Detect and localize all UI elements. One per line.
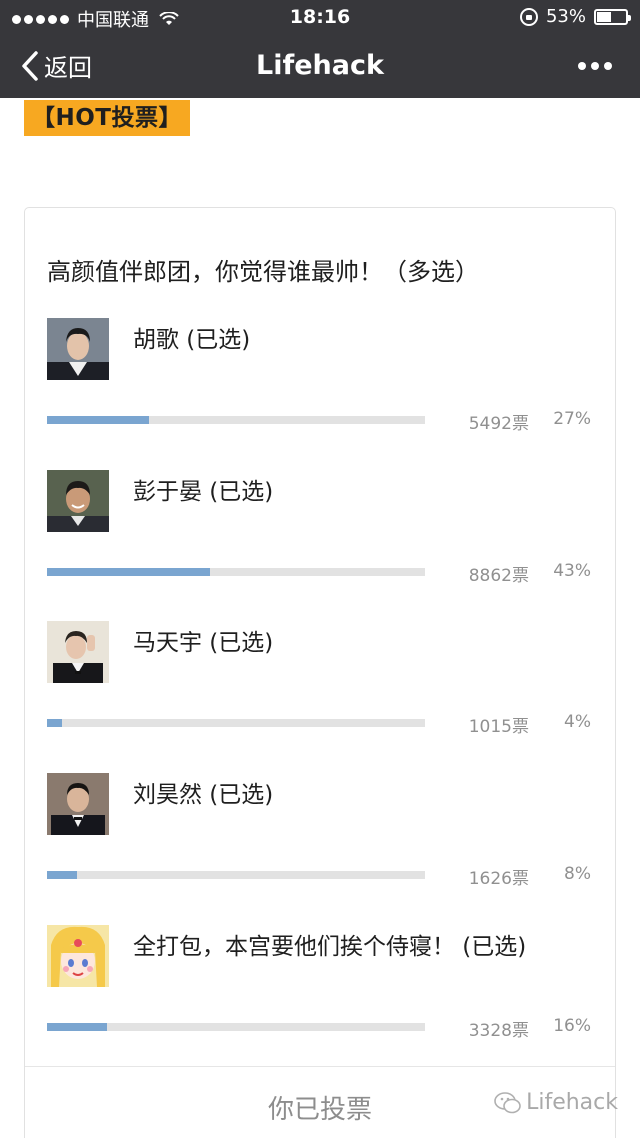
page-title: Lifehack xyxy=(256,50,384,81)
vote-progress-bar xyxy=(47,871,425,879)
poll-question: 高颜值伴郎团，你觉得谁最帅！（多选） xyxy=(47,258,479,286)
wechat-icon xyxy=(494,1091,521,1113)
more-options-icon[interactable] xyxy=(578,62,612,70)
vote-count: 1015票 xyxy=(468,717,529,737)
vote-percent: 4% xyxy=(564,712,591,732)
avatar xyxy=(47,318,109,380)
vote-count: 3328票 xyxy=(468,1021,529,1041)
poll-option[interactable]: 刘昊然 (已选) 1626票 8% xyxy=(47,773,597,923)
vote-percent: 27% xyxy=(553,409,591,429)
nav-bar: 返回 Lifehack xyxy=(0,34,640,98)
status-bar: 中国联通 18:16 53% xyxy=(0,0,640,34)
rotation-lock-icon xyxy=(519,7,538,26)
vote-count: 8862票 xyxy=(468,566,529,586)
vote-progress-bar xyxy=(47,719,425,727)
option-label: 胡歌 (已选) xyxy=(133,327,251,353)
poll-option[interactable]: 胡歌 (已选) 5492票 27% xyxy=(47,318,597,468)
battery-percent: 53% xyxy=(545,6,586,27)
avatar xyxy=(47,773,109,835)
vote-progress-bar xyxy=(47,1023,425,1031)
vote-percent: 16% xyxy=(553,1016,591,1036)
avatar xyxy=(47,925,109,987)
battery-icon xyxy=(594,8,631,25)
watermark-text: Lifehack xyxy=(526,1090,618,1115)
avatar xyxy=(47,470,109,532)
hot-tag: 【HOT投票】 xyxy=(24,100,190,136)
poll-option[interactable]: 马天宇 (已选) 1015票 4% xyxy=(47,621,597,771)
poll-card: 高颜值伴郎团，你觉得谁最帅！（多选） 胡歌 (已选) 5492票 27% 彭于晏… xyxy=(24,207,616,1138)
status-right: 53% xyxy=(519,6,631,27)
option-label: 全打包，本宫要他们挨个侍寝！ (已选) xyxy=(133,934,527,960)
vote-count: 5492票 xyxy=(468,414,529,434)
vote-percent: 8% xyxy=(564,864,591,884)
option-label: 刘昊然 (已选) xyxy=(133,782,274,808)
vote-progress-bar xyxy=(47,568,425,576)
poll-option[interactable]: 彭于晏 (已选) 8862票 43% xyxy=(47,470,597,620)
option-label: 马天宇 (已选) xyxy=(133,630,274,656)
poll-option[interactable]: 全打包，本宫要他们挨个侍寝！ (已选) 3328票 16% xyxy=(47,925,597,1075)
vote-progress-bar xyxy=(47,416,425,424)
option-label: 彭于晏 (已选) xyxy=(133,479,274,505)
vote-count: 1626票 xyxy=(468,869,529,889)
watermark: Lifehack xyxy=(494,1090,618,1115)
vote-percent: 43% xyxy=(553,561,591,581)
avatar xyxy=(47,621,109,683)
